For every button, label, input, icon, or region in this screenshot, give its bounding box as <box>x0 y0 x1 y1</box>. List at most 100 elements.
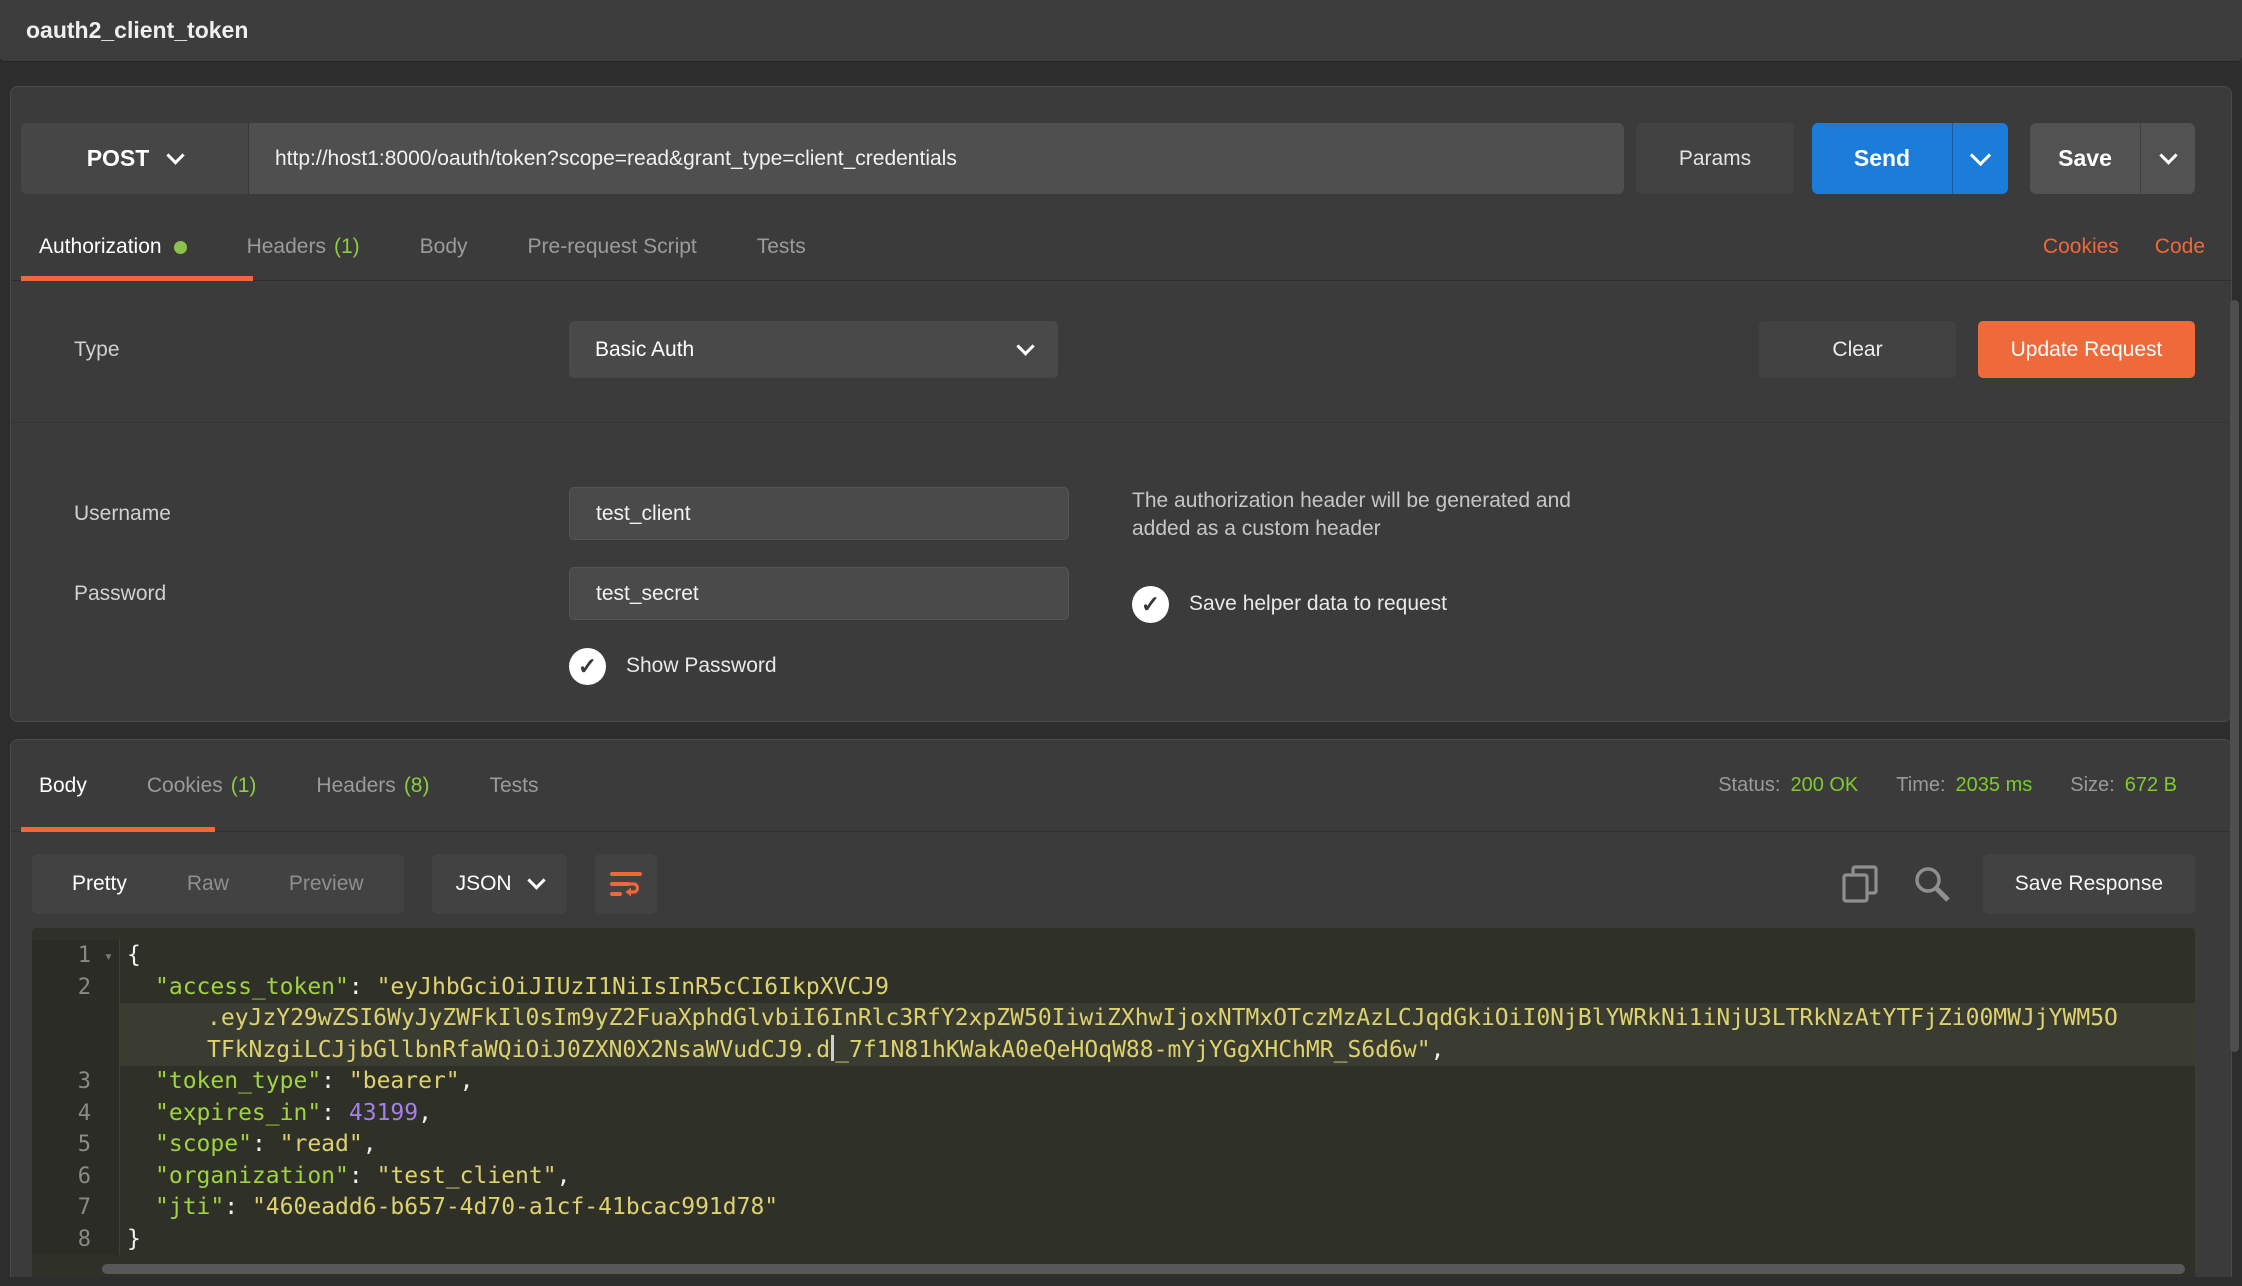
fold-caret-icon[interactable]: ▾ <box>104 941 113 973</box>
code-line: .eyJzY29wZSI6WyJyZWFkIl0sIm9yZ2FuaXphdGl… <box>32 1003 2195 1035</box>
search-icon <box>1912 864 1952 904</box>
text-caret <box>831 1035 834 1061</box>
send-button-group: Send <box>1812 123 2008 194</box>
time-label: Time: <box>1896 774 1945 797</box>
request-panel: POST Params Send Save <box>10 86 2232 722</box>
view-preview[interactable]: Preview <box>259 872 394 896</box>
save-helper-checkbox[interactable] <box>1132 586 1169 623</box>
save-response-button[interactable]: Save Response <box>1983 854 2195 914</box>
tab-response-headers[interactable]: Headers (8) <box>314 740 431 831</box>
line-number: 8 <box>32 1224 120 1256</box>
url-row: POST Params Send Save <box>11 87 2231 214</box>
status-label: Status: <box>1718 774 1780 797</box>
line-number: 7 <box>32 1192 120 1224</box>
code-line: 6"organization": "test_client", <box>32 1161 2195 1193</box>
password-field[interactable] <box>569 567 1069 620</box>
method-dropdown[interactable]: POST <box>21 123 249 194</box>
vertical-scrollbar[interactable] <box>2230 300 2239 1052</box>
save-label: Save <box>2058 145 2112 172</box>
show-password-checkbox[interactable] <box>569 648 606 685</box>
username-field[interactable] <box>569 487 1069 540</box>
tab-body[interactable]: Body <box>418 214 470 280</box>
auth-type-row: Type Basic Auth Clear Update Request <box>11 281 2231 423</box>
auth-type-value: Basic Auth <box>595 338 694 362</box>
request-tabs: Authorization Headers (1) Body Pre-reque… <box>11 214 2231 281</box>
tab-authorization[interactable]: Authorization <box>37 214 189 280</box>
save-button[interactable]: Save <box>2030 123 2140 194</box>
chevron-down-icon <box>1970 144 1991 165</box>
line-number: 4 <box>32 1098 120 1130</box>
format-value: JSON <box>456 872 512 896</box>
line-number: 3 <box>32 1066 120 1098</box>
save-helper-label: Save helper data to request <box>1189 592 1447 616</box>
tab-label: Tests <box>489 774 538 798</box>
code-line: 4"expires_in": 43199, <box>32 1098 2195 1130</box>
code-line: 3"token_type": "bearer", <box>32 1066 2195 1098</box>
code-line: 1▾{ <box>32 940 2195 972</box>
status-value: 200 OK <box>1790 774 1858 797</box>
code-line: 5"scope": "read", <box>32 1129 2195 1161</box>
auth-body: Username Password Show Password The auth… <box>11 423 2231 721</box>
cookies-link[interactable]: Cookies <box>2043 235 2119 259</box>
horizontal-scrollbar[interactable] <box>102 1264 2185 1274</box>
line-number: 5 <box>32 1129 120 1161</box>
tab-label: Headers <box>316 774 395 798</box>
search-response-button[interactable] <box>1911 863 1953 905</box>
line-number: 1▾ <box>32 940 120 972</box>
auth-helper-note: The authorization header will be generat… <box>1132 487 1612 544</box>
tab-label: Headers <box>247 235 326 259</box>
response-body-editor[interactable]: 1▾{2"access_token": "eyJhbGciOiJIUzI1NiI… <box>32 928 2195 1277</box>
view-toggle-group: Pretty Raw Preview <box>32 854 404 914</box>
tab-label: Body <box>420 235 468 259</box>
request-title-bar: oauth2_client_token <box>0 0 2242 62</box>
line-number <box>32 1003 120 1035</box>
size-label: Size: <box>2070 774 2114 797</box>
code-line: 2"access_token": "eyJhbGciOiJIUzI1NiIsIn… <box>32 972 2195 1004</box>
auth-type-dropdown[interactable]: Basic Auth <box>569 321 1058 378</box>
clear-button[interactable]: Clear <box>1759 321 1956 378</box>
tab-response-body[interactable]: Body <box>37 740 89 831</box>
wrap-text-button[interactable] <box>595 854 657 914</box>
time-value: 2035 ms <box>1956 774 2033 797</box>
method-label: POST <box>87 145 150 172</box>
view-pretty[interactable]: Pretty <box>42 872 157 896</box>
update-request-button[interactable]: Update Request <box>1978 321 2195 378</box>
save-options-button[interactable] <box>2140 123 2195 194</box>
code-link[interactable]: Code <box>2155 235 2205 259</box>
response-panel: Body Cookies (1) Headers (8) Tests Statu… <box>10 739 2232 1277</box>
tab-response-cookies[interactable]: Cookies (1) <box>145 740 259 831</box>
chevron-down-icon <box>167 146 185 164</box>
code-lines: 1▾{2"access_token": "eyJhbGciOiJIUzI1NiI… <box>32 928 2195 1255</box>
auth-configured-dot <box>174 241 187 254</box>
tab-label: Tests <box>757 235 806 259</box>
line-number <box>32 1035 120 1067</box>
tab-response-tests[interactable]: Tests <box>487 740 540 831</box>
auth-credentials: Username Password Show Password <box>37 487 1132 685</box>
tab-tests[interactable]: Tests <box>755 214 808 280</box>
tab-label: Body <box>39 774 87 798</box>
tab-count: (8) <box>404 774 430 798</box>
save-helper-row: Save helper data to request <box>1132 586 2195 623</box>
params-button[interactable]: Params <box>1636 123 1794 194</box>
send-options-button[interactable] <box>1952 123 2008 194</box>
tab-headers[interactable]: Headers (1) <box>245 214 362 280</box>
code-line: TFkNzgiLCJjbGllbnRfaWQiOiJ0ZXN0X2NsaWVud… <box>32 1035 2195 1067</box>
copy-icon <box>1841 864 1879 904</box>
send-button[interactable]: Send <box>1812 123 1952 194</box>
code-line: 8} <box>32 1224 2195 1256</box>
postman-window: oauth2_client_token POST Params Send <box>0 0 2242 1286</box>
url-input[interactable] <box>249 123 1624 194</box>
copy-response-button[interactable] <box>1839 863 1881 905</box>
params-label: Params <box>1679 147 1751 171</box>
tab-label: Authorization <box>39 235 162 259</box>
auth-helper-panel: The authorization header will be generat… <box>1132 487 2195 685</box>
view-raw[interactable]: Raw <box>157 872 259 896</box>
request-links: Cookies Code <box>2043 235 2205 259</box>
line-number: 6 <box>32 1161 120 1193</box>
time-indicator: Time: 2035 ms <box>1896 774 2032 797</box>
tab-label: Cookies <box>147 774 223 798</box>
tab-pre-request-script[interactable]: Pre-request Script <box>526 214 699 280</box>
response-toolbar: Pretty Raw Preview JSON <box>11 854 2231 914</box>
save-button-group: Save <box>2030 123 2195 194</box>
format-dropdown[interactable]: JSON <box>432 854 567 914</box>
